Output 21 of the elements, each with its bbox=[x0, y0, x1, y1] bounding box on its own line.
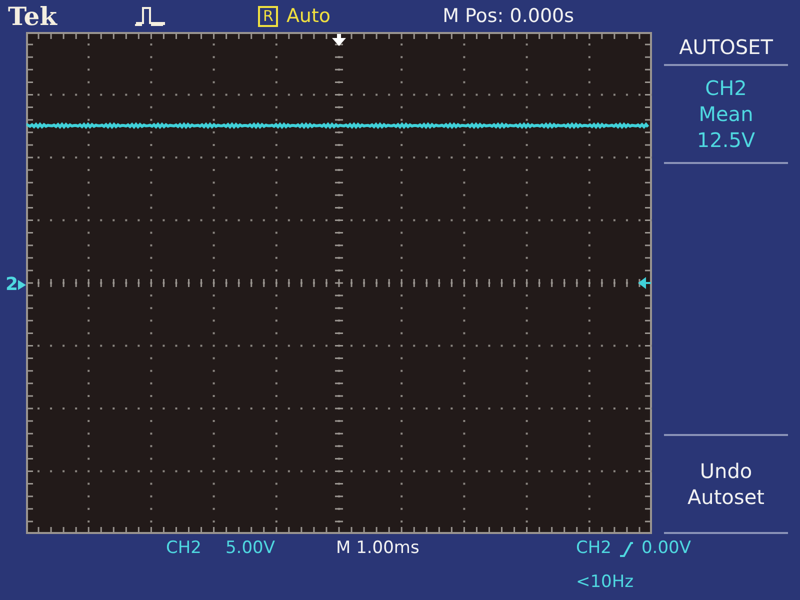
trigger-frequency: <10Hz bbox=[576, 570, 635, 594]
menu-readout-line: CH2 bbox=[705, 75, 747, 101]
trigger-source: CH2 bbox=[576, 537, 612, 560]
menu-action-label[interactable]: Autoset bbox=[687, 484, 764, 510]
trigger-position-icon bbox=[332, 34, 346, 46]
trigger-level: 0.00V bbox=[641, 537, 691, 560]
acquisition-mode: Auto bbox=[286, 4, 331, 29]
volts-per-div: 5.00V bbox=[225, 537, 275, 560]
menu-action-label[interactable]: Undo bbox=[700, 458, 752, 484]
menu-title: AUTOSET bbox=[678, 34, 774, 61]
channel-label: CH2 bbox=[166, 537, 202, 560]
menu-readout-line: Mean bbox=[698, 101, 754, 127]
channel-marker: 2 bbox=[5, 276, 18, 294]
brand-logo: Tek bbox=[8, 4, 58, 28]
run-state-badge: R bbox=[258, 6, 278, 26]
marker-arrow-icon bbox=[18, 280, 26, 290]
horizontal-position-readout: M Pos: 0.000s bbox=[442, 4, 574, 29]
timebase-readout: M 1.00ms bbox=[336, 538, 420, 558]
rising-edge-icon bbox=[619, 540, 634, 557]
trigger-level-icon bbox=[638, 277, 651, 289]
menu-readout-line: 12.5V bbox=[696, 127, 756, 153]
